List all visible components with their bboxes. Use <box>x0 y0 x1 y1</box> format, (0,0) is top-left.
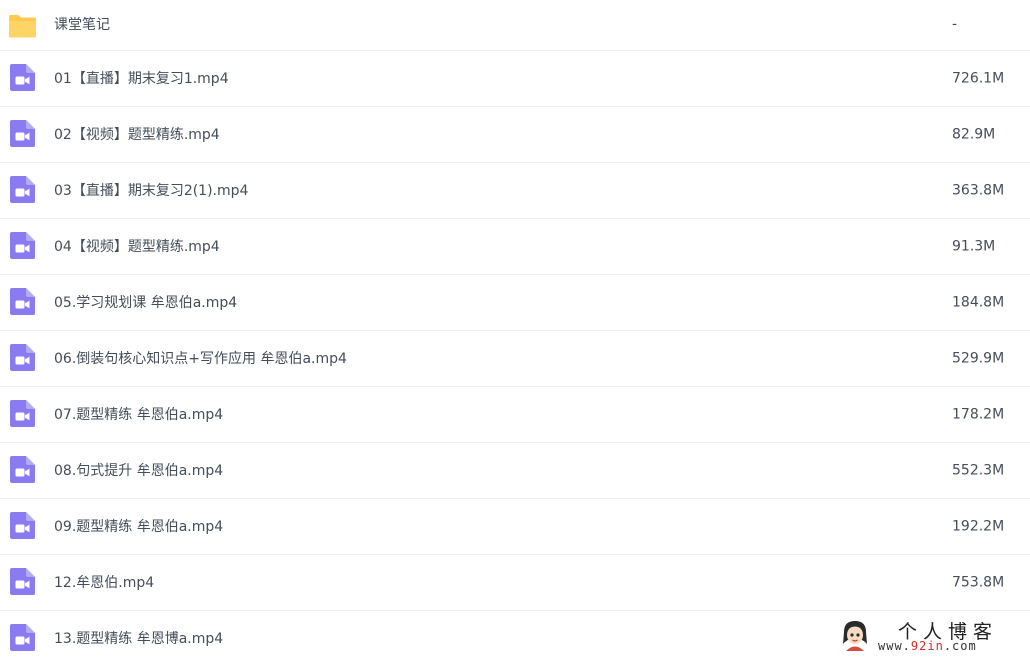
video-file-icon <box>10 511 35 539</box>
video-file-icon <box>10 399 35 427</box>
file-name[interactable]: 04【视频】题型精练.mp4 <box>54 236 220 256</box>
file-size: 753.8M <box>952 573 1005 590</box>
file-row[interactable]: 01【直播】期末复习1.mp4 726.1M <box>0 51 1030 107</box>
file-row[interactable]: 07.题型精练 牟恩伯a.mp4 178.2M <box>0 387 1030 443</box>
video-file-icon <box>10 231 35 259</box>
file-row[interactable]: 09.题型精练 牟恩伯a.mp4 192.2M <box>0 499 1030 555</box>
watermark-url-prefix: www. <box>878 639 911 653</box>
file-size: 192.2M <box>952 517 1005 534</box>
video-file-icon <box>10 624 35 651</box>
file-size: 552.3M <box>952 461 1005 478</box>
watermark-url-highlight: 92in <box>910 639 944 653</box>
video-file-icon <box>10 567 35 595</box>
file-name[interactable]: 02【视频】题型精练.mp4 <box>54 124 220 144</box>
file-size: 184.8M <box>952 293 1005 310</box>
file-row[interactable]: 02【视频】题型精练.mp4 82.9M <box>0 107 1030 163</box>
file-size: 726.1M <box>952 69 1005 86</box>
file-name[interactable]: 01【直播】期末复习1.mp4 <box>54 68 229 88</box>
file-size: 178.2M <box>952 405 1005 422</box>
file-name[interactable]: 07.题型精练 牟恩伯a.mp4 <box>54 404 223 424</box>
folder-row[interactable]: 课堂笔记 - <box>0 0 1030 51</box>
file-name[interactable]: 12.牟恩伯.mp4 <box>54 572 154 592</box>
video-file-icon <box>10 287 35 315</box>
watermark-url: www.92in.com <box>878 639 977 653</box>
file-size: 363.8M <box>952 181 1005 198</box>
file-row[interactable]: 12.牟恩伯.mp4 753.8M <box>0 555 1030 611</box>
file-name[interactable]: 03【直播】期末复习2(1).mp4 <box>54 180 248 200</box>
video-file-icon <box>10 455 35 483</box>
file-row[interactable]: 03【直播】期末复习2(1).mp4 363.8M <box>0 163 1030 219</box>
file-size: 91.3M <box>952 237 996 254</box>
file-row[interactable]: 04【视频】题型精练.mp4 91.3M <box>0 219 1030 275</box>
file-name[interactable]: 课堂笔记 <box>54 14 110 34</box>
video-file-icon <box>10 63 35 91</box>
folder-icon <box>9 15 36 38</box>
video-file-icon <box>10 119 35 147</box>
file-name[interactable]: 06.倒装句核心知识点+写作应用 牟恩伯a.mp4 <box>54 348 347 368</box>
file-row[interactable]: 06.倒装句核心知识点+写作应用 牟恩伯a.mp4 529.9M <box>0 331 1030 387</box>
watermark-url-suffix: .com <box>943 639 977 653</box>
file-name[interactable]: 13.题型精练 牟恩博a.mp4 <box>54 628 223 648</box>
video-file-icon <box>10 343 35 371</box>
file-size: - <box>952 16 958 33</box>
file-row[interactable]: 08.句式提升 牟恩伯a.mp4 552.3M <box>0 443 1030 499</box>
video-file-icon <box>10 175 35 203</box>
file-name[interactable]: 09.题型精练 牟恩伯a.mp4 <box>54 516 223 536</box>
cartoon-avatar-icon <box>843 621 867 651</box>
file-list: 课堂笔记 - 01【直播】期末复习1.mp4 726.1M 02【视频】题型精练… <box>0 0 1030 667</box>
blog-watermark: 个人博客 www.92in.com <box>836 614 1026 658</box>
file-size: 82.9M <box>952 125 996 142</box>
file-name[interactable]: 05.学习规划课 牟恩伯a.mp4 <box>54 292 237 312</box>
file-row[interactable]: 05.学习规划课 牟恩伯a.mp4 184.8M <box>0 275 1030 331</box>
file-name[interactable]: 08.句式提升 牟恩伯a.mp4 <box>54 460 223 480</box>
file-size: 529.9M <box>952 349 1005 366</box>
